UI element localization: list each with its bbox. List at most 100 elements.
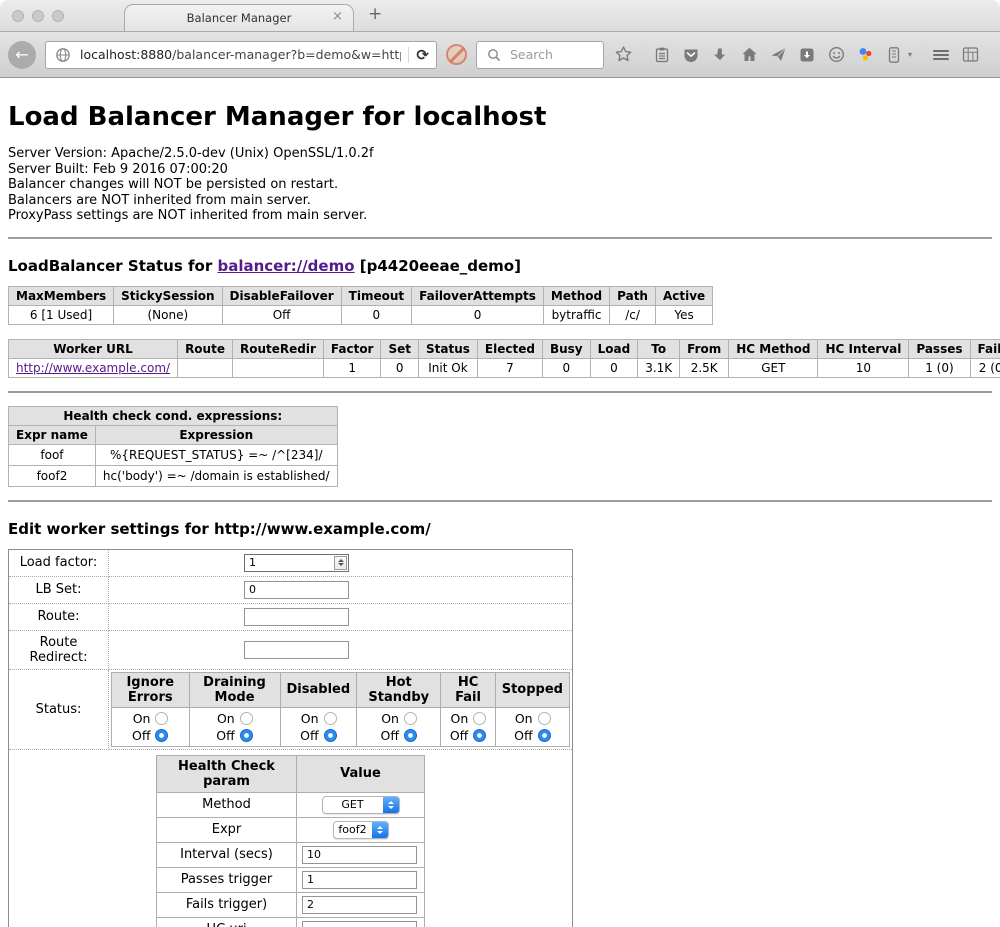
column-header: RouteRedir	[232, 339, 323, 358]
chevron-down-icon[interactable]: ▾	[908, 50, 912, 59]
lb-set-input[interactable]	[244, 581, 349, 599]
tab-close-icon[interactable]: ×	[332, 10, 343, 23]
window-close-button[interactable]	[12, 10, 24, 22]
table-row: foof2 hc('body') =~ /domain is establish…	[9, 465, 338, 486]
on-label: On	[451, 711, 469, 726]
divider	[8, 391, 992, 393]
extension-dots-icon[interactable]	[855, 45, 875, 65]
url-bar[interactable]: localhost:8880/balancer-manager?b=demo&w…	[45, 41, 437, 69]
route-redirect-input[interactable]	[244, 641, 349, 659]
on-label: On	[381, 711, 399, 726]
route-label: Route:	[9, 603, 109, 630]
table-row: http://www.example.com/ 1 0 Init Ok 7 0 …	[9, 358, 1000, 377]
health-check-expressions-table: Health check cond. expressions: Expr nam…	[8, 406, 338, 487]
page-title: Load Balancer Manager for localhost	[8, 102, 992, 132]
form-row-lb-set: LB Set:	[9, 576, 573, 603]
route-input[interactable]	[244, 608, 349, 626]
cell: 7	[477, 358, 542, 377]
cell: 3.1K	[638, 358, 680, 377]
cell: Init Ok	[419, 358, 478, 377]
column-header: HC Interval	[818, 339, 909, 358]
reading-list-icon[interactable]	[652, 45, 672, 65]
column-header: Busy	[542, 339, 590, 358]
hc-fail-off-radio[interactable]	[473, 729, 486, 742]
select-arrows-icon	[372, 822, 388, 838]
balancer-demo-link[interactable]: balancer://demo	[217, 257, 354, 275]
column-header: Factor	[323, 339, 381, 358]
url-text[interactable]: localhost:8880/balancer-manager?b=demo&w…	[80, 47, 401, 62]
table-title-row: Health check cond. expressions:	[9, 406, 338, 425]
pocket-icon[interactable]	[681, 45, 701, 65]
divider	[8, 237, 992, 239]
cell: 0	[412, 305, 544, 324]
column-header: Fails	[970, 339, 1000, 358]
lb-set-label: LB Set:	[9, 576, 109, 603]
cell: 2.5K	[680, 358, 729, 377]
bookmark-star-icon[interactable]	[613, 45, 633, 65]
back-button[interactable]: ←	[8, 41, 36, 69]
column-header: HC Fail	[441, 672, 495, 707]
home-icon[interactable]	[739, 45, 759, 65]
hc-uri-input[interactable]	[302, 921, 417, 927]
edit-worker-heading: Edit worker settings for http://www.exam…	[8, 520, 992, 538]
form-row-load-factor: Load factor:	[9, 549, 573, 576]
column-header: Load	[590, 339, 638, 358]
stopped-on-radio[interactable]	[538, 712, 551, 725]
edit-worker-form: Load factor: LB Set: Route: Route Redire…	[8, 549, 573, 927]
server-info: Server Version: Apache/2.5.0-dev (Unix) …	[8, 146, 992, 224]
method-select[interactable]: GET	[322, 796, 400, 814]
draining-mode-off-radio[interactable]	[240, 729, 253, 742]
ignore-errors-on-radio[interactable]	[155, 712, 168, 725]
search-bar[interactable]: Search	[476, 41, 604, 69]
downloads-icon[interactable]	[710, 45, 730, 65]
ignore-errors-off-radio[interactable]	[155, 729, 168, 742]
sidebar-panel-icon[interactable]	[884, 45, 904, 65]
divider	[8, 500, 992, 502]
table-header-row: Worker URL Route RouteRedir Factor Set S…	[9, 339, 1000, 358]
grid-panel-icon[interactable]	[960, 45, 980, 65]
window-controls	[12, 10, 64, 22]
reload-icon[interactable]: ⟳	[416, 46, 429, 64]
disabled-off-radio[interactable]	[324, 729, 337, 742]
hc-fail-on-radio[interactable]	[473, 712, 486, 725]
passes-label: Passes trigger	[157, 867, 297, 892]
column-header: Ignore Errors	[112, 672, 190, 707]
window-minimize-button[interactable]	[32, 10, 44, 22]
off-label: Off	[132, 728, 150, 743]
hot-standby-off-radio[interactable]	[404, 729, 417, 742]
feedback-smiley-icon[interactable]	[826, 45, 846, 65]
on-label: On	[301, 711, 319, 726]
url-separator	[408, 47, 409, 63]
load-factor-input[interactable]	[245, 555, 333, 571]
disabled-on-radio[interactable]	[324, 712, 337, 725]
status-toggle-table: Ignore Errors Draining Mode Disabled Hot…	[111, 672, 570, 747]
column-header: Status	[419, 339, 478, 358]
draining-mode-on-radio[interactable]	[240, 712, 253, 725]
column-header: Path	[610, 286, 656, 305]
window-zoom-button[interactable]	[52, 10, 64, 22]
expr-label: Expr	[157, 817, 297, 842]
interval-input[interactable]	[302, 846, 417, 864]
hot-standby-on-radio[interactable]	[404, 712, 417, 725]
column-header: Method	[543, 286, 609, 305]
browser-window: Balancer Manager × + ← localhost:8880/ba…	[0, 0, 1000, 927]
expr-select[interactable]: foof2	[333, 821, 389, 839]
form-row-status: Status: Ignore Errors Draining Mode Disa…	[9, 669, 573, 749]
send-icon[interactable]	[768, 45, 788, 65]
number-stepper-icon[interactable]	[334, 556, 347, 570]
form-row-route: Route:	[9, 603, 573, 630]
table-row: 6 [1 Used] (None) Off 0 0 bytraffic /c/ …	[9, 305, 713, 324]
content-blocked-icon[interactable]	[446, 44, 467, 65]
expr-name-cell: foof	[9, 444, 96, 465]
menu-hamburger-icon[interactable]	[931, 45, 951, 65]
stopped-off-radio[interactable]	[538, 729, 551, 742]
server-version-line: Server Version: Apache/2.5.0-dev (Unix) …	[8, 146, 992, 162]
worker-url-link[interactable]: http://www.example.com/	[16, 361, 170, 375]
new-tab-button[interactable]: +	[354, 4, 396, 28]
tab-balancer-manager[interactable]: Balancer Manager ×	[124, 4, 354, 31]
proxypass-notice-line: ProxyPass settings are NOT inherited fro…	[8, 208, 992, 224]
expr-select-value: foof2	[334, 823, 372, 836]
passes-input[interactable]	[302, 871, 417, 889]
download-panel-icon[interactable]	[797, 45, 817, 65]
fails-input[interactable]	[302, 896, 417, 914]
